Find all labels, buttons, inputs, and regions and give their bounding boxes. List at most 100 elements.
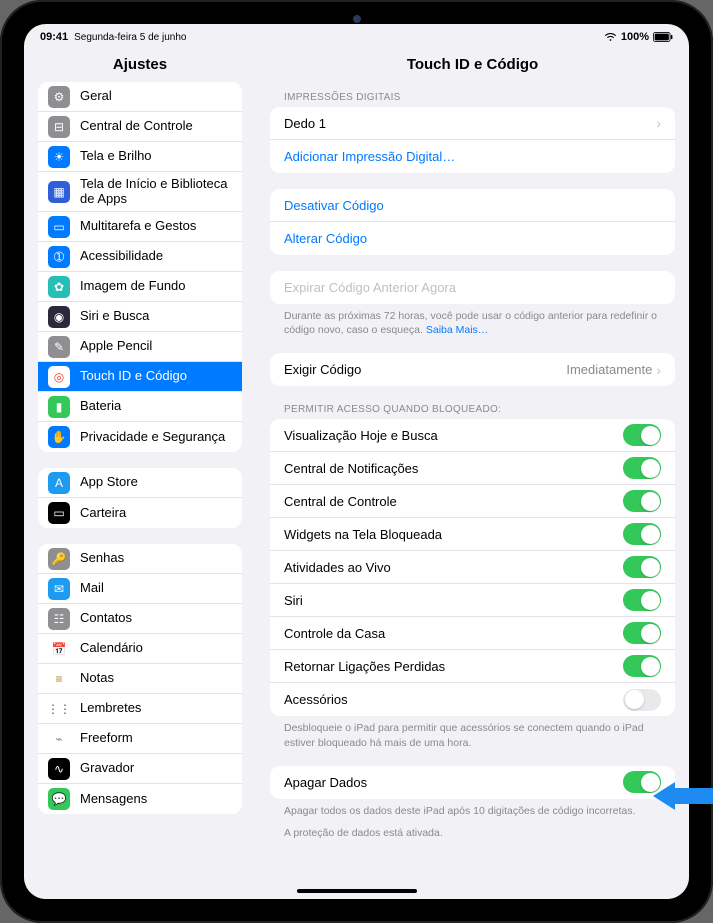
sidebar-item[interactable]: 📅Calendário [38, 634, 242, 664]
sidebar-item[interactable]: ▮ Bateria [38, 392, 242, 422]
locked-access-toggle[interactable] [623, 523, 661, 545]
wifi-icon [604, 33, 617, 42]
setting-icon: ✿ [48, 276, 70, 298]
sidebar-item[interactable]: ✋Privacidade e Segurança [38, 422, 242, 452]
sidebar-item[interactable]: 🔑Senhas [38, 544, 242, 574]
turn-off-passcode-row[interactable]: Desativar Código [270, 189, 675, 222]
sidebar-title: Ajustes [24, 56, 256, 73]
allow-when-locked-header: PERMITIR ACESSO QUANDO BLOQUEADO: [270, 386, 675, 419]
sidebar-item-label: Apple Pencil [80, 339, 232, 354]
locked-access-label: Atividades ao Vivo [284, 560, 623, 575]
locked-access-toggle[interactable] [623, 689, 661, 711]
locked-access-toggle[interactable] [623, 556, 661, 578]
setting-icon: ✉ [48, 578, 70, 600]
sidebar-item[interactable]: A App Store [38, 468, 242, 498]
front-camera [353, 15, 361, 23]
sidebar-item-label: Notas [80, 671, 232, 686]
locked-access-label: Visualização Hoje e Busca [284, 428, 623, 443]
sidebar-item[interactable]: ∿Gravador [38, 754, 242, 784]
erase-data-row[interactable]: Apagar Dados [270, 766, 675, 799]
setting-icon: ⌁ [48, 728, 70, 750]
locked-access-row[interactable]: Central de Controle [270, 485, 675, 518]
require-passcode-row[interactable]: Exigir Código Imediatamente › [270, 353, 675, 386]
locked-access-row[interactable]: Siri [270, 584, 675, 617]
sidebar-item-label: Imagem de Fundo [80, 279, 232, 294]
expire-previous-label: Expirar Código Anterior Agora [284, 280, 456, 295]
sidebar-item[interactable]: ⌁Freeform [38, 724, 242, 754]
sidebar-item[interactable]: ☷Contatos [38, 604, 242, 634]
sidebar-item[interactable]: 💬 Mensagens [38, 784, 242, 814]
fingerprints-header: IMPRESSÕES DIGITAIS [270, 82, 675, 107]
sidebar-item[interactable]: ➀Acessibilidade [38, 242, 242, 272]
locked-access-label: Retornar Ligações Perdidas [284, 659, 623, 674]
setting-icon: 🔑 [48, 548, 70, 570]
locked-access-toggle[interactable] [623, 655, 661, 677]
sidebar-item-label: App Store [80, 475, 232, 490]
locked-access-toggle[interactable] [623, 490, 661, 512]
locked-access-label: Controle da Casa [284, 626, 623, 641]
erase-footer-1: Apagar todos os dados deste iPad após 10… [270, 799, 675, 818]
sidebar-item-label: Mensagens [80, 792, 232, 807]
setting-icon: ▦ [48, 181, 70, 203]
sidebar-item[interactable]: ⋮⋮Lembretes [38, 694, 242, 724]
locked-access-toggle[interactable] [623, 457, 661, 479]
sidebar-item[interactable]: ☀Tela e Brilho [38, 142, 242, 172]
settings-sidebar[interactable]: ⚙︎Geral⊟Central de Controle☀Tela e Brilh… [24, 82, 256, 899]
detail-pane[interactable]: IMPRESSÕES DIGITAIS Dedo 1 › Adicionar I… [256, 82, 689, 899]
sidebar-item[interactable]: ✉ Mail [38, 574, 242, 604]
locked-access-row[interactable]: Acessórios [270, 683, 675, 716]
learn-more-link[interactable]: Saiba Mais… [426, 324, 488, 336]
add-fingerprint-link: Adicionar Impressão Digital… [284, 149, 455, 164]
turn-off-passcode-link: Desativar Código [284, 198, 384, 213]
setting-icon: A [48, 472, 70, 494]
setting-icon: ▮ [48, 396, 70, 418]
expire-previous-row[interactable]: Expirar Código Anterior Agora [270, 271, 675, 304]
locked-access-toggle[interactable] [623, 622, 661, 644]
change-passcode-row[interactable]: Alterar Código [270, 222, 675, 255]
locked-access-row[interactable]: Widgets na Tela Bloqueada [270, 518, 675, 551]
locked-access-row[interactable]: Retornar Ligações Perdidas [270, 650, 675, 683]
setting-icon: ➀ [48, 246, 70, 268]
sidebar-item-label: Bateria [80, 399, 232, 414]
home-indicator[interactable] [297, 889, 417, 893]
chevron-right-icon: › [656, 362, 661, 378]
sidebar-item-label: Multitarefa e Gestos [80, 219, 232, 234]
add-fingerprint-row[interactable]: Adicionar Impressão Digital… [270, 140, 675, 173]
sidebar-item[interactable]: ▦Tela de Início e Biblioteca de Apps [38, 172, 242, 212]
sidebar-item-label: Carteira [80, 506, 232, 521]
setting-icon: ◉ [48, 306, 70, 328]
locked-access-label: Central de Notificações [284, 461, 623, 476]
erase-data-label: Apagar Dados [284, 775, 623, 790]
setting-icon: ⋮⋮ [48, 698, 70, 720]
sidebar-item-label: Calendário [80, 641, 232, 656]
sidebar-item[interactable]: ⚙︎Geral [38, 82, 242, 112]
setting-icon: ⚙︎ [48, 86, 70, 108]
sidebar-item-label: Privacidade e Segurança [80, 430, 232, 445]
locked-access-toggle[interactable] [623, 589, 661, 611]
locked-access-row[interactable]: Atividades ao Vivo [270, 551, 675, 584]
sidebar-item[interactable]: ≡Notas [38, 664, 242, 694]
fingerprint-row[interactable]: Dedo 1 › [270, 107, 675, 140]
locked-access-row[interactable]: Visualização Hoje e Busca [270, 419, 675, 452]
sidebar-item[interactable]: ▭Carteira [38, 498, 242, 528]
require-passcode-label: Exigir Código [284, 362, 566, 377]
locked-access-row[interactable]: Central de Notificações [270, 452, 675, 485]
sidebar-item[interactable]: ✎Apple Pencil [38, 332, 242, 362]
setting-icon: ∿ [48, 758, 70, 780]
sidebar-item[interactable]: ◉ Siri e Busca [38, 302, 242, 332]
locked-access-toggle[interactable] [623, 424, 661, 446]
status-bar: 09:41 Segunda-feira 5 de junho 100% [24, 24, 689, 46]
sidebar-item-label: Touch ID e Código [80, 369, 232, 384]
battery-percent: 100% [621, 31, 649, 43]
locked-access-label: Siri [284, 593, 623, 608]
sidebar-item[interactable]: ⊟Central de Controle [38, 112, 242, 142]
require-passcode-value: Imediatamente [566, 362, 652, 377]
setting-icon: 💬 [48, 788, 70, 810]
sidebar-item[interactable]: ◎Touch ID e Código [38, 362, 242, 392]
sidebar-item[interactable]: ✿ Imagem de Fundo [38, 272, 242, 302]
callout-arrow [653, 782, 713, 810]
sidebar-item[interactable]: ▭Multitarefa e Gestos [38, 212, 242, 242]
locked-access-row[interactable]: Controle da Casa [270, 617, 675, 650]
sidebar-item-label: Siri e Busca [80, 309, 232, 324]
sidebar-item-label: Mail [80, 581, 232, 596]
